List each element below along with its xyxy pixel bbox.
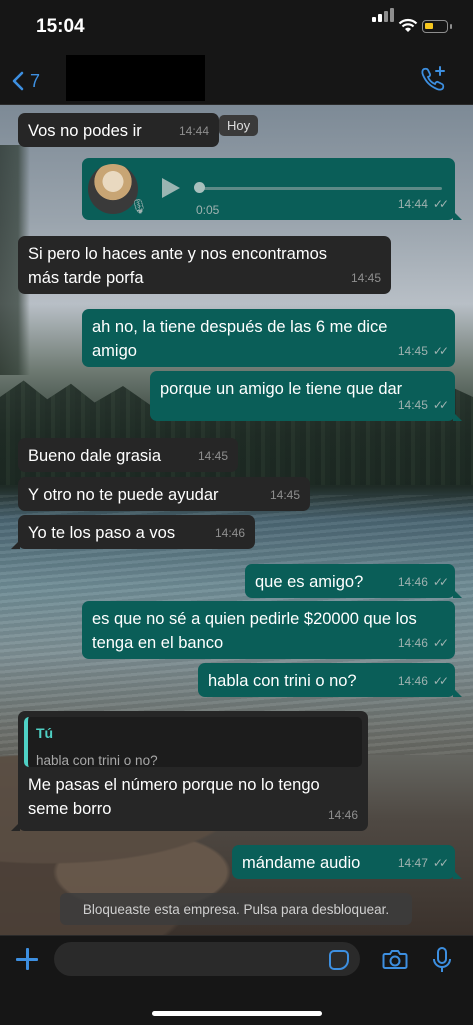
add-call-icon[interactable] bbox=[418, 64, 448, 94]
date-chip: Hoy bbox=[219, 115, 259, 136]
message-text: Vos no podes ir bbox=[28, 122, 142, 140]
message-text: Me pasas el número porque no lo tengo se… bbox=[28, 776, 320, 818]
message-text: mándame audio bbox=[242, 854, 361, 872]
battery-icon bbox=[422, 20, 452, 33]
audio-scrubber[interactable] bbox=[194, 182, 205, 193]
message-outgoing-audio[interactable]: 🎙 0:05 14:44 ✓✓ bbox=[82, 158, 462, 220]
read-ticks-icon: ✓✓ bbox=[432, 197, 449, 211]
message-text: habla con trini o no? bbox=[208, 672, 357, 690]
message-time: 14:45 bbox=[197, 449, 228, 463]
play-button[interactable] bbox=[162, 178, 180, 198]
back-button[interactable]: 7 bbox=[12, 66, 40, 96]
message-time: 14:46 bbox=[397, 575, 428, 589]
message-outgoing[interactable]: habla con trini o no? 14:46 ✓✓ bbox=[198, 663, 462, 697]
message-text: es que no sé a quien pedirle $20000 que … bbox=[92, 610, 417, 652]
message-incoming[interactable]: Bueno dale grasia 14:45 bbox=[18, 438, 238, 472]
message-text: Bueno dale grasia bbox=[28, 447, 162, 465]
quote-text: habla con trini o no? bbox=[36, 753, 158, 768]
message-time: 14:46 bbox=[327, 808, 358, 822]
composer-bar bbox=[0, 935, 473, 1025]
message-time: 14:45 bbox=[397, 398, 428, 412]
mic-icon: 🎙 bbox=[130, 198, 148, 214]
message-time: 14:45 bbox=[350, 271, 381, 285]
read-ticks-icon: ✓✓ bbox=[432, 636, 449, 650]
quoted-message[interactable]: Tú habla con trini o no? bbox=[24, 717, 362, 768]
audio-progress[interactable] bbox=[198, 187, 442, 190]
home-indicator bbox=[152, 1011, 322, 1016]
message-incoming-reply[interactable]: Tú habla con trini o no? Me pasas el núm… bbox=[11, 711, 368, 831]
wifi-icon bbox=[398, 18, 418, 32]
message-text: ah no, la tiene después de las 6 me dice… bbox=[92, 318, 388, 360]
message-outgoing[interactable]: que es amigo? 14:46 ✓✓ bbox=[245, 564, 462, 598]
read-ticks-icon: ✓✓ bbox=[432, 856, 449, 870]
plus-icon[interactable] bbox=[14, 946, 40, 972]
message-time: 14:46 bbox=[397, 636, 428, 650]
quote-author: Tú bbox=[36, 725, 54, 741]
message-incoming[interactable]: Yo te los paso a vos 14:46 bbox=[11, 515, 255, 549]
message-text: que es amigo? bbox=[255, 573, 364, 591]
message-time: 14:44 bbox=[178, 124, 209, 138]
read-ticks-icon: ✓✓ bbox=[432, 575, 449, 589]
message-text: porque un amigo le tiene que dar bbox=[160, 380, 403, 398]
chat-header: 7 bbox=[0, 55, 473, 105]
message-time: 14:45 bbox=[269, 488, 300, 502]
message-input[interactable] bbox=[54, 942, 360, 976]
microphone-icon[interactable] bbox=[432, 946, 452, 974]
redacted-contact[interactable] bbox=[66, 55, 205, 101]
message-text: Y otro no te puede ayudar bbox=[28, 486, 219, 504]
read-ticks-icon: ✓✓ bbox=[432, 398, 449, 412]
message-time: 14:47 bbox=[397, 856, 428, 870]
message-text: Yo te los paso a vos bbox=[28, 524, 176, 542]
message-text: Si pero lo haces ante y nos encontramos … bbox=[28, 245, 328, 287]
unread-count: 7 bbox=[30, 70, 41, 91]
blocked-notice[interactable]: Bloqueaste esta empresa. Pulsa para desb… bbox=[60, 893, 412, 925]
message-outgoing[interactable]: es que no sé a quien pedirle $20000 que … bbox=[82, 601, 455, 659]
message-time: 14:44 bbox=[397, 197, 428, 211]
sticker-icon[interactable] bbox=[329, 950, 349, 970]
message-outgoing[interactable]: ah no, la tiene después de las 6 me dice… bbox=[82, 309, 455, 367]
chevron-left-icon bbox=[12, 71, 24, 91]
message-outgoing[interactable]: porque un amigo le tiene que dar 14:45 ✓✓ bbox=[150, 371, 462, 421]
audio-duration: 0:05 bbox=[196, 203, 220, 217]
status-time: 15:04 bbox=[36, 16, 85, 37]
message-incoming[interactable]: Vos no podes ir 14:44 bbox=[18, 113, 219, 147]
message-time: 14:46 bbox=[214, 526, 245, 540]
message-time: 14:46 bbox=[397, 674, 428, 688]
read-ticks-icon: ✓✓ bbox=[432, 674, 449, 688]
status-bar: 15:04 bbox=[0, 0, 473, 58]
message-incoming[interactable]: Y otro no te puede ayudar 14:45 bbox=[18, 477, 310, 511]
message-time: 14:45 bbox=[397, 344, 428, 358]
camera-icon[interactable] bbox=[382, 948, 408, 970]
message-outgoing[interactable]: mándame audio 14:47 ✓✓ bbox=[232, 845, 462, 879]
message-incoming[interactable]: Si pero lo haces ante y nos encontramos … bbox=[18, 236, 391, 294]
read-ticks-icon: ✓✓ bbox=[432, 344, 449, 358]
chat-area[interactable]: Vos no podes ir 14:44 Hoy 🎙 0:05 14:44 ✓✓… bbox=[0, 105, 473, 935]
